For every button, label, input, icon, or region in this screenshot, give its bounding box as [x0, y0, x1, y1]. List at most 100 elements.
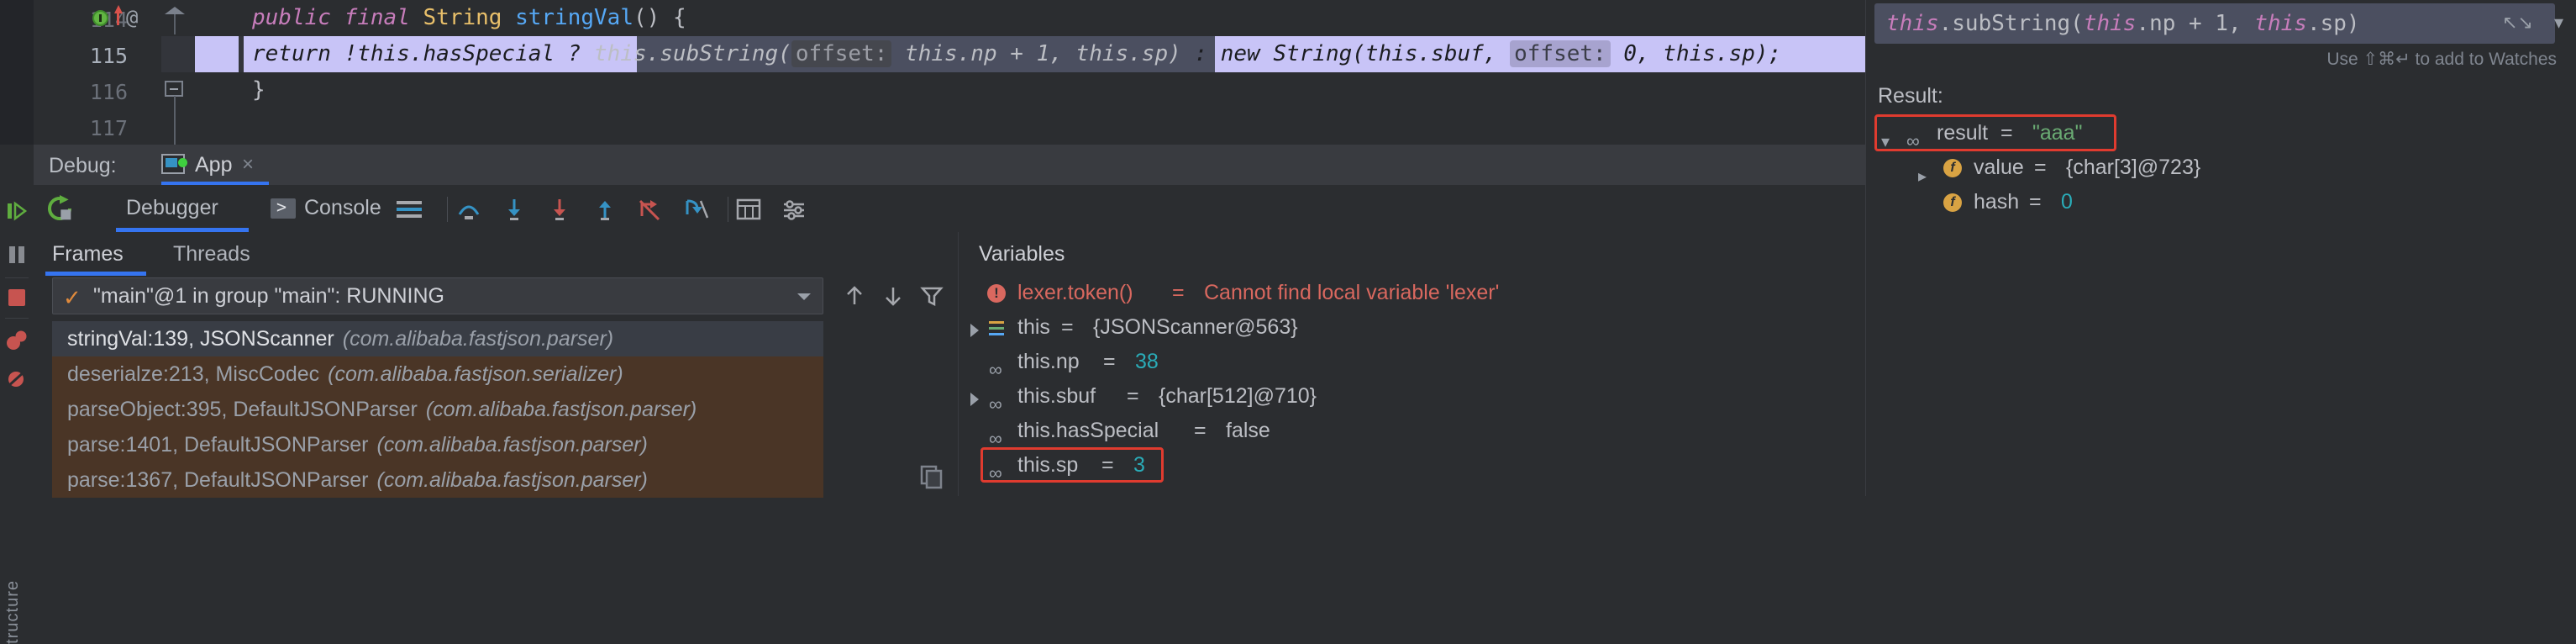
code-editor[interactable]: 114 115 116 117 @ public final String st…	[0, 0, 1865, 145]
variable-row[interactable]: ∞ this.np = 38	[959, 345, 1866, 380]
variable-row[interactable]: ∞ this.hasSpecial = false	[959, 414, 1866, 449]
frame-method: parse:1367, DefaultJSONParser	[67, 468, 369, 492]
step-over-icon[interactable]	[455, 198, 482, 221]
variable-value: {char[512]@710}	[1159, 384, 1317, 408]
frame-method: deserialze:213, MiscCodec	[67, 362, 320, 386]
expr-np-plus: .np + 1,	[2136, 11, 2255, 36]
stop-program-icon[interactable]	[7, 288, 27, 308]
run-to-cursor-icon[interactable]	[682, 198, 711, 221]
frame-row[interactable]: parseObject:395, DefaultJSONParser (com.a…	[52, 392, 823, 427]
console-icon: >	[271, 197, 296, 219]
seg-args-1: this.np + 1, this.sp)	[891, 41, 1181, 66]
structure-tool-label[interactable]: tructure	[3, 580, 29, 644]
filter-frames-icon[interactable]	[919, 284, 944, 308]
debugger-tab-strip: Debugger > Console	[34, 185, 1865, 233]
frame-down-icon[interactable]	[881, 284, 906, 308]
result-row[interactable]: f hash = 0	[1866, 185, 2576, 219]
annotation-box-result	[1874, 114, 2116, 151]
seg-return: return !this.hasSpecial ?	[252, 41, 594, 66]
variables-pane: Variables ! lexer.token() = Cannot find …	[958, 232, 1866, 496]
line-number-116: 116	[89, 80, 128, 104]
evaluate-expression-icon[interactable]	[736, 198, 761, 220]
thread-selector-dropdown[interactable]: ✓ "main"@1 in group "main": RUNNING	[52, 277, 823, 314]
chevron-right-icon[interactable]	[970, 324, 979, 337]
variable-equals: =	[1061, 315, 1074, 339]
expression-text: this.subString(this.np + 1, this.sp)	[1886, 11, 2360, 36]
seg-this-substring: this.subString(	[594, 41, 791, 66]
step-out-icon[interactable]	[591, 198, 618, 221]
variable-row[interactable]: ∞ this.sbuf = {char[512]@710}	[959, 379, 1866, 414]
variable-value: false	[1226, 419, 1270, 442]
param-hint-offset-2: offset:	[1510, 40, 1611, 67]
call-stack-list[interactable]: stringVal:139, JSONScanner (com.alibaba.f…	[52, 321, 823, 498]
debug-label: Debug:	[49, 154, 117, 177]
close-icon[interactable]: ×	[242, 153, 254, 177]
running-status-dot-icon	[178, 158, 187, 167]
line-number-115: 115	[89, 44, 128, 68]
tab-frames-underline	[45, 272, 146, 276]
main-column: 114 115 116 117 @ public final String st…	[0, 0, 1866, 644]
frame-method: stringVal:139, JSONScanner	[67, 327, 334, 351]
debug-tab-title: App	[195, 153, 233, 177]
chevron-down-icon[interactable]: ▾	[2554, 12, 2563, 34]
field-icon: f	[1943, 159, 1962, 177]
frame-up-icon[interactable]	[842, 284, 867, 308]
editor-fold-column[interactable]	[161, 0, 195, 145]
expr-this-3: this	[2254, 11, 2307, 36]
result-name: hash	[1974, 190, 2020, 214]
expr-this-2: this	[2083, 11, 2137, 36]
frame-package: (com.alibaba.fastjson.parser)	[425, 398, 697, 421]
result-value: {char[3]@723}	[2066, 156, 2201, 179]
breakpoint-icon[interactable]	[92, 10, 108, 26]
variable-equals: =	[1194, 419, 1207, 442]
expand-editor-icon[interactable]: ↖↘	[2502, 12, 2533, 34]
tab-console[interactable]: Console	[304, 196, 381, 220]
result-row[interactable]: ▸ f value = {char[3]@723}	[1866, 150, 2576, 186]
expression-input[interactable]: this.subString(this.np + 1, this.sp)	[1874, 3, 2555, 44]
frame-row[interactable]: parse:1401, DefaultJSONParser (com.alibab…	[52, 427, 823, 462]
copy-stack-icon[interactable]	[919, 464, 944, 489]
variable-name: this	[1017, 315, 1050, 339]
variable-equals: =	[1103, 350, 1116, 373]
chevron-down-icon[interactable]	[797, 293, 811, 300]
kw-final: final	[344, 5, 410, 30]
fold-line-bottom	[174, 96, 176, 145]
rerun-icon[interactable]	[45, 195, 74, 222]
resume-program-icon[interactable]	[6, 200, 28, 222]
fold-marker-close-icon[interactable]	[165, 81, 183, 97]
annotation-at-icon: @	[126, 6, 139, 29]
code-line-114: public final String stringVal() {	[252, 0, 686, 36]
frame-row[interactable]: parse:1367, DefaultJSONParser (com.alibab…	[52, 462, 823, 498]
result-value: 0	[2061, 190, 2073, 214]
mute-breakpoints-icon[interactable]	[5, 368, 29, 390]
drop-frame-icon[interactable]	[637, 198, 664, 221]
tab-threads[interactable]: Threads	[173, 242, 250, 267]
frames-threads-tabs: Frames Threads	[34, 232, 958, 276]
pause-program-icon[interactable]	[7, 244, 27, 266]
variable-row[interactable]: ! lexer.token() = Cannot find local vari…	[959, 276, 1866, 310]
settings-icon[interactable]	[781, 198, 807, 220]
frame-row[interactable]: stringVal:139, JSONScanner (com.alibaba.f…	[52, 321, 823, 356]
fold-marker-open-icon[interactable]	[165, 7, 185, 14]
variable-row[interactable]: this = {JSONScanner@563}	[959, 310, 1866, 345]
layout-settings-icon[interactable]	[395, 198, 423, 220]
step-into-icon[interactable]	[501, 198, 528, 221]
intellij-debugger-window: 114 115 116 117 @ public final String st…	[0, 0, 2576, 644]
force-step-into-icon[interactable]	[546, 198, 573, 221]
tab-debugger[interactable]: Debugger	[126, 196, 218, 220]
result-name: value	[1974, 156, 2024, 179]
tab-frames[interactable]: Frames	[52, 242, 124, 267]
variable-equals: =	[1172, 281, 1185, 304]
variable-name: lexer.token()	[1017, 281, 1133, 304]
variable-name: this.np	[1017, 350, 1080, 373]
chevron-right-icon[interactable]	[970, 393, 979, 406]
annotation-box-this-sp	[980, 447, 1164, 483]
code-line-116: }	[252, 77, 265, 103]
result-equals: =	[2034, 156, 2047, 179]
view-breakpoints-icon[interactable]	[5, 330, 29, 351]
frame-row[interactable]: deserialze:213, MiscCodec (com.alibaba.fa…	[52, 356, 823, 392]
expr-this-1: this	[1886, 11, 1939, 36]
variable-value: {JSONScanner@563}	[1093, 315, 1298, 339]
type-string: String	[423, 5, 502, 30]
variable-value: Cannot find local variable 'lexer'	[1204, 281, 1500, 304]
